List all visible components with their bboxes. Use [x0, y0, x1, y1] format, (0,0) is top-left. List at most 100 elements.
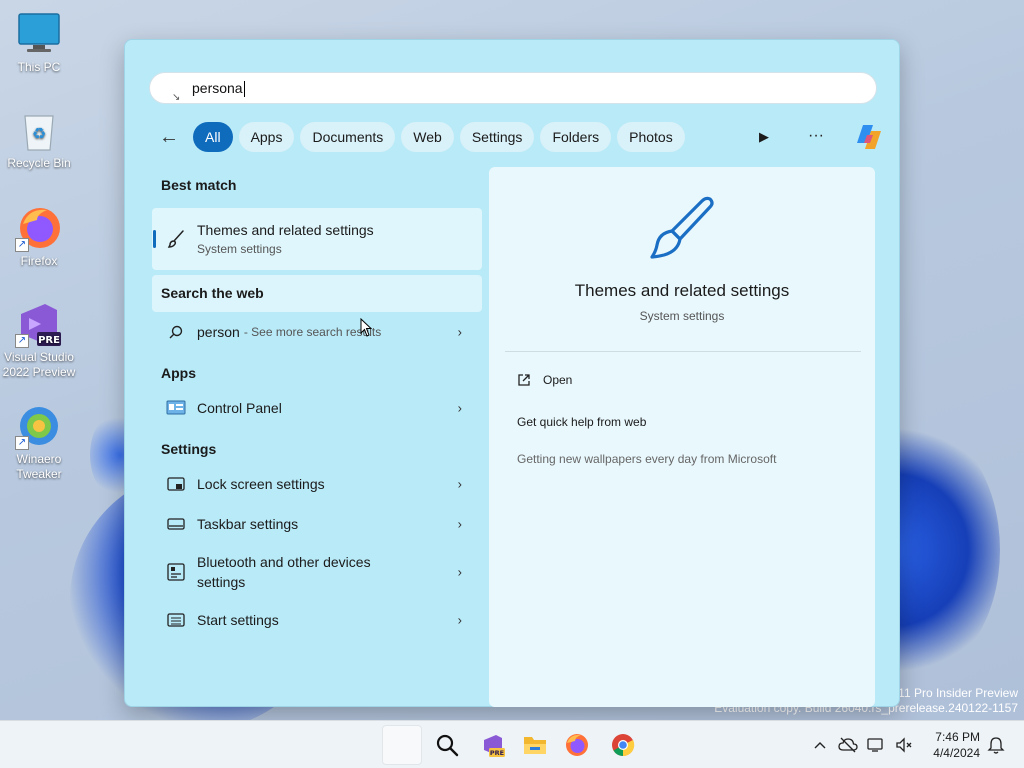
filter-all[interactable]: All [193, 122, 233, 152]
more-options-button[interactable]: ··· [801, 122, 831, 152]
search-query: persona [192, 80, 243, 96]
pre-badge: PRE [490, 749, 504, 757]
firefox-icon: ↗ [15, 204, 63, 252]
filter-toolbar-right: ▶ ··· [749, 121, 885, 153]
visual-studio-icon: PRE ↗ [15, 300, 63, 348]
taskbar-file-explorer[interactable] [515, 725, 555, 765]
system-tray [806, 721, 918, 768]
settings-item-label: Bluetooth and other devices settings [197, 554, 371, 590]
desktop-icon-label: Firefox [20, 254, 58, 268]
start-button[interactable] [382, 725, 422, 765]
web-search-result[interactable]: person - See more search results › [152, 312, 482, 352]
desktop-icon-winaero-tweaker[interactable]: ↗ Winaero Tweaker [0, 402, 78, 482]
settings-item-label: Lock screen settings [197, 476, 325, 492]
taskbar-icon [164, 512, 188, 536]
chevron-right-icon: › [457, 564, 462, 580]
preview-title: Themes and related settings [574, 281, 790, 300]
taskbar-chrome[interactable] [603, 725, 643, 765]
copilot-icon[interactable] [853, 121, 885, 153]
best-match-title: Themes and related settings [197, 222, 374, 238]
clock-time: 7:46 PM [935, 730, 980, 744]
best-match-item[interactable]: Themes and related settings System setti… [152, 208, 482, 270]
filter-web[interactable]: Web [401, 122, 454, 152]
filter-apps[interactable]: Apps [238, 122, 295, 152]
chevron-right-icon: › [457, 400, 462, 416]
onedrive-offline-icon[interactable] [834, 721, 862, 768]
mouse-pointer-icon [360, 318, 373, 337]
best-match-subtitle: System settings [197, 242, 282, 256]
network-icon[interactable] [862, 721, 890, 768]
quick-help-action[interactable]: Get quick help from web [517, 415, 646, 429]
desktop-icon-label: Recycle Bin [7, 156, 71, 170]
results-list: Best match Themes and related settings S… [152, 170, 482, 640]
preview-pane: Themes and related settings System setti… [489, 167, 875, 707]
monitor-icon [15, 10, 63, 58]
preview-divider [505, 351, 861, 352]
notification-bell-icon[interactable] [986, 735, 1006, 755]
clock-date: 4/4/2024 [933, 746, 980, 760]
folder-icon [524, 737, 546, 754]
control-panel-icon [164, 396, 188, 420]
filter-photos[interactable]: Photos [617, 122, 685, 152]
taskbar-clock[interactable]: 7:46 PM 4/4/2024 [922, 729, 980, 761]
chevron-up-icon[interactable] [806, 721, 834, 768]
filter-settings[interactable]: Settings [459, 122, 535, 152]
recycle-bin-icon: ♻ [15, 106, 63, 154]
settings-item-bluetooth[interactable]: Bluetooth and other devices settings › [152, 544, 482, 600]
settings-item-lock-screen[interactable]: Lock screen settings › [152, 464, 482, 504]
best-match-heading: Best match [161, 177, 237, 193]
search-spinner-icon: ↘ [172, 92, 181, 103]
settings-item-taskbar[interactable]: Taskbar settings › [152, 504, 482, 544]
desktop-icon-label: Visual Studio 2022 Preview [2, 350, 76, 379]
open-external-icon [518, 374, 530, 386]
chevron-right-icon: › [457, 612, 462, 628]
volume-muted-icon[interactable] [890, 721, 918, 768]
web-search-term: person [197, 324, 240, 340]
search-icon [436, 734, 459, 757]
back-arrow-icon[interactable]: ← [155, 123, 183, 151]
lock-screen-icon [164, 472, 188, 496]
chevron-right-icon: › [457, 516, 462, 532]
taskbar: PRE 7:46 PM 4/4/2024 [0, 720, 1024, 768]
open-action[interactable]: Open [517, 373, 572, 387]
settings-item-start[interactable]: Start settings › [152, 600, 482, 640]
taskbar-firefox[interactable] [557, 725, 597, 765]
settings-item-label: Taskbar settings [197, 516, 299, 532]
open-label: Open [543, 373, 573, 387]
visual-studio-icon: PRE [484, 735, 505, 757]
desktop-icon-visual-studio[interactable]: PRE ↗ Visual Studio 2022 Preview [0, 300, 78, 380]
search-icon [164, 320, 188, 344]
search-the-web-heading: Search the web [152, 275, 482, 312]
taskbar-visual-studio[interactable]: PRE [473, 725, 513, 765]
preview-subtitle: System settings [639, 309, 725, 323]
desktop-icon-recycle-bin[interactable]: ♻ Recycle Bin [0, 106, 78, 171]
settings-item-label: Start settings [197, 612, 279, 628]
desktop-icon-label: Winaero Tweaker [16, 452, 62, 481]
chevron-right-icon: › [457, 476, 462, 492]
desktop-icon-label: This PC [17, 60, 61, 74]
app-item-control-panel[interactable]: Control Panel › [152, 388, 482, 428]
winaero-tweaker-icon: ↗ [15, 402, 63, 450]
quick-help-link[interactable]: Getting new wallpapers every day from Mi… [517, 452, 776, 466]
chrome-icon [612, 734, 635, 757]
pre-badge: PRE [38, 335, 60, 346]
desktop-icon-firefox[interactable]: ↗ Firefox [0, 204, 78, 269]
paintbrush-icon [164, 227, 188, 251]
app-item-label: Control Panel [197, 400, 282, 416]
shortcut-arrow-icon: ↗ [15, 334, 29, 348]
desktop-icon-this-pc[interactable]: This PC [0, 10, 78, 75]
search-panel: ↘ persona ← All Apps Documents Web Setti… [124, 39, 900, 707]
filter-folders[interactable]: Folders [540, 122, 612, 152]
more-filters-play-icon[interactable]: ▶ [749, 122, 779, 152]
firefox-icon [566, 734, 588, 756]
svg-text:♻: ♻ [32, 124, 46, 143]
selection-indicator [153, 230, 156, 248]
search-filters: ← All Apps Documents Web Settings Folder… [155, 121, 685, 153]
settings-heading: Settings [161, 441, 217, 457]
text-caret [243, 81, 245, 98]
search-input[interactable]: ↘ persona [149, 72, 877, 104]
taskbar-search-button[interactable] [427, 725, 467, 765]
filter-documents[interactable]: Documents [300, 122, 396, 152]
start-settings-icon [164, 608, 188, 632]
paintbrush-icon [644, 193, 716, 270]
